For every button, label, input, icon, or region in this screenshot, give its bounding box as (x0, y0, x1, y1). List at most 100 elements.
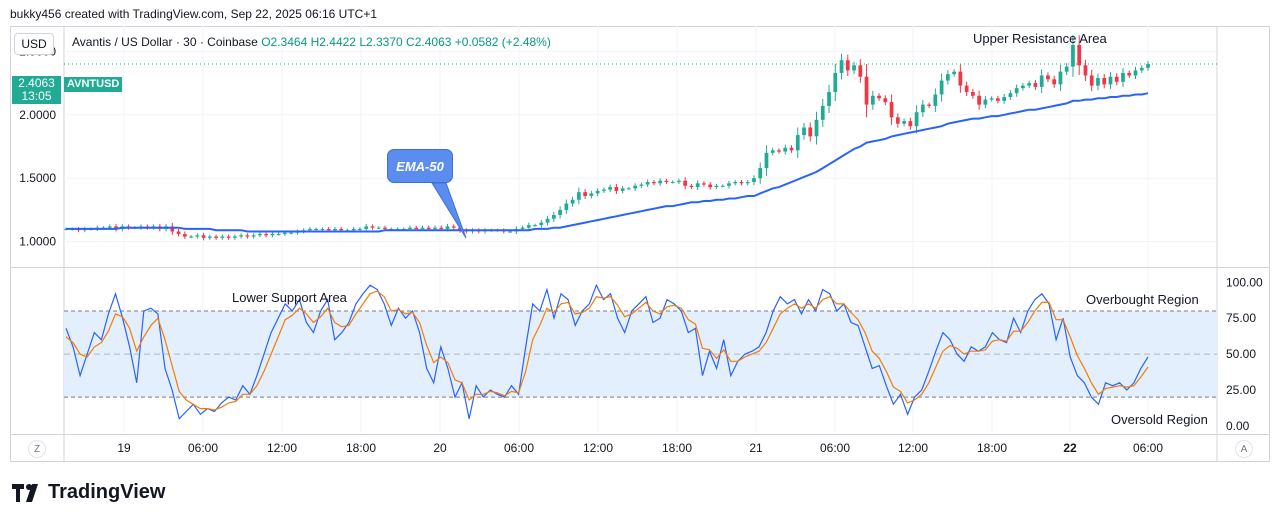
candle (633, 183, 638, 191)
time-tick-label: 19 (117, 441, 131, 455)
candle-body (339, 228, 344, 231)
candle (320, 227, 325, 231)
candle (820, 98, 825, 127)
candle-body (914, 112, 919, 127)
candle (795, 127, 800, 158)
candle-body (1102, 78, 1107, 85)
candle-body (1108, 76, 1113, 85)
candle-body (845, 60, 850, 71)
candle (245, 233, 250, 239)
candle-body (908, 121, 913, 127)
candle (895, 113, 900, 128)
candle-body (570, 199, 575, 204)
candle-body (1139, 67, 1144, 71)
candle (933, 88, 938, 112)
candle-body (652, 182, 656, 184)
candle (1133, 66, 1138, 80)
candle-body (520, 227, 525, 229)
candle-body (745, 182, 750, 184)
candle (745, 179, 750, 186)
candle (1089, 69, 1094, 92)
time-tick-label: 18:00 (346, 441, 376, 455)
candle-body (670, 182, 675, 184)
candle-body (326, 228, 331, 231)
chart-screenshot: { "header": "bukky456 created with Tradi… (0, 0, 1281, 522)
candle-body (320, 228, 325, 230)
candle (870, 90, 875, 110)
candle (996, 95, 1000, 104)
candle-body (933, 94, 938, 106)
candle-body (451, 226, 456, 228)
candle (533, 223, 537, 227)
candle-body (1121, 72, 1125, 82)
candle-body (283, 232, 287, 235)
candle-body (1027, 83, 1032, 86)
candle-body (239, 235, 243, 237)
candle-body (1083, 65, 1088, 76)
candle-body (977, 95, 982, 105)
corner-z-button[interactable]: Z (28, 440, 46, 458)
candle (251, 233, 256, 239)
candle-body (364, 226, 369, 229)
candle (683, 177, 688, 190)
candle-body (739, 182, 744, 184)
candle-body (795, 135, 800, 151)
candle (451, 224, 456, 230)
candle (1021, 83, 1025, 91)
ema-callout: EMA-50 (387, 149, 453, 183)
candle (720, 184, 725, 188)
candle-body (695, 183, 700, 188)
candle-body (595, 190, 600, 194)
candle-body (920, 104, 925, 113)
lower-support-label: Lower Support Area (232, 290, 347, 305)
candle (1096, 73, 1100, 91)
currency-button[interactable]: USD (14, 33, 54, 55)
candle-body (1021, 85, 1025, 89)
tradingview-logo: TradingView (12, 481, 165, 504)
candle (783, 144, 788, 155)
candle (264, 231, 269, 238)
candle (207, 234, 212, 240)
ema-50-line (66, 92, 1149, 233)
candle (658, 178, 663, 186)
candle-body (1089, 75, 1094, 86)
chart-canvas[interactable]: 2.50002.00001.50001.0000100.0075.0050.00… (0, 0, 1281, 522)
candle-body (232, 236, 237, 238)
candle (989, 96, 994, 102)
candle (958, 64, 963, 93)
candle (695, 180, 700, 191)
candle (889, 94, 894, 125)
candle (364, 223, 369, 232)
candle-body (1064, 66, 1069, 72)
candle (1139, 65, 1144, 73)
time-tick-label: 18:00 (662, 441, 692, 455)
candle (583, 189, 587, 200)
candle (877, 93, 881, 101)
candle-body (858, 65, 863, 77)
candle (1033, 80, 1038, 90)
candle (182, 231, 187, 240)
candle-body (814, 119, 819, 137)
candle-body (376, 227, 381, 229)
candle-body (1039, 75, 1044, 87)
candle-body (633, 185, 638, 189)
candle (827, 84, 831, 114)
corner-a-button[interactable]: A (1235, 440, 1253, 458)
candle-body (870, 95, 875, 105)
candle-body (314, 228, 319, 230)
candle-body (358, 228, 362, 230)
candle (983, 96, 988, 109)
candle-body (539, 222, 544, 226)
candle-body (558, 209, 562, 215)
candle-body (902, 121, 906, 124)
rsi-tick-label: 50.00 (1226, 347, 1256, 361)
candle (1108, 72, 1113, 89)
candle-body (714, 185, 719, 188)
candle (1114, 73, 1119, 86)
price-tick-label: 2.0000 (19, 108, 56, 122)
candle (839, 53, 844, 80)
legend-high: H2.4422 (310, 35, 356, 49)
candle (201, 232, 206, 241)
candle-body (1096, 78, 1100, 86)
candle (670, 180, 675, 184)
